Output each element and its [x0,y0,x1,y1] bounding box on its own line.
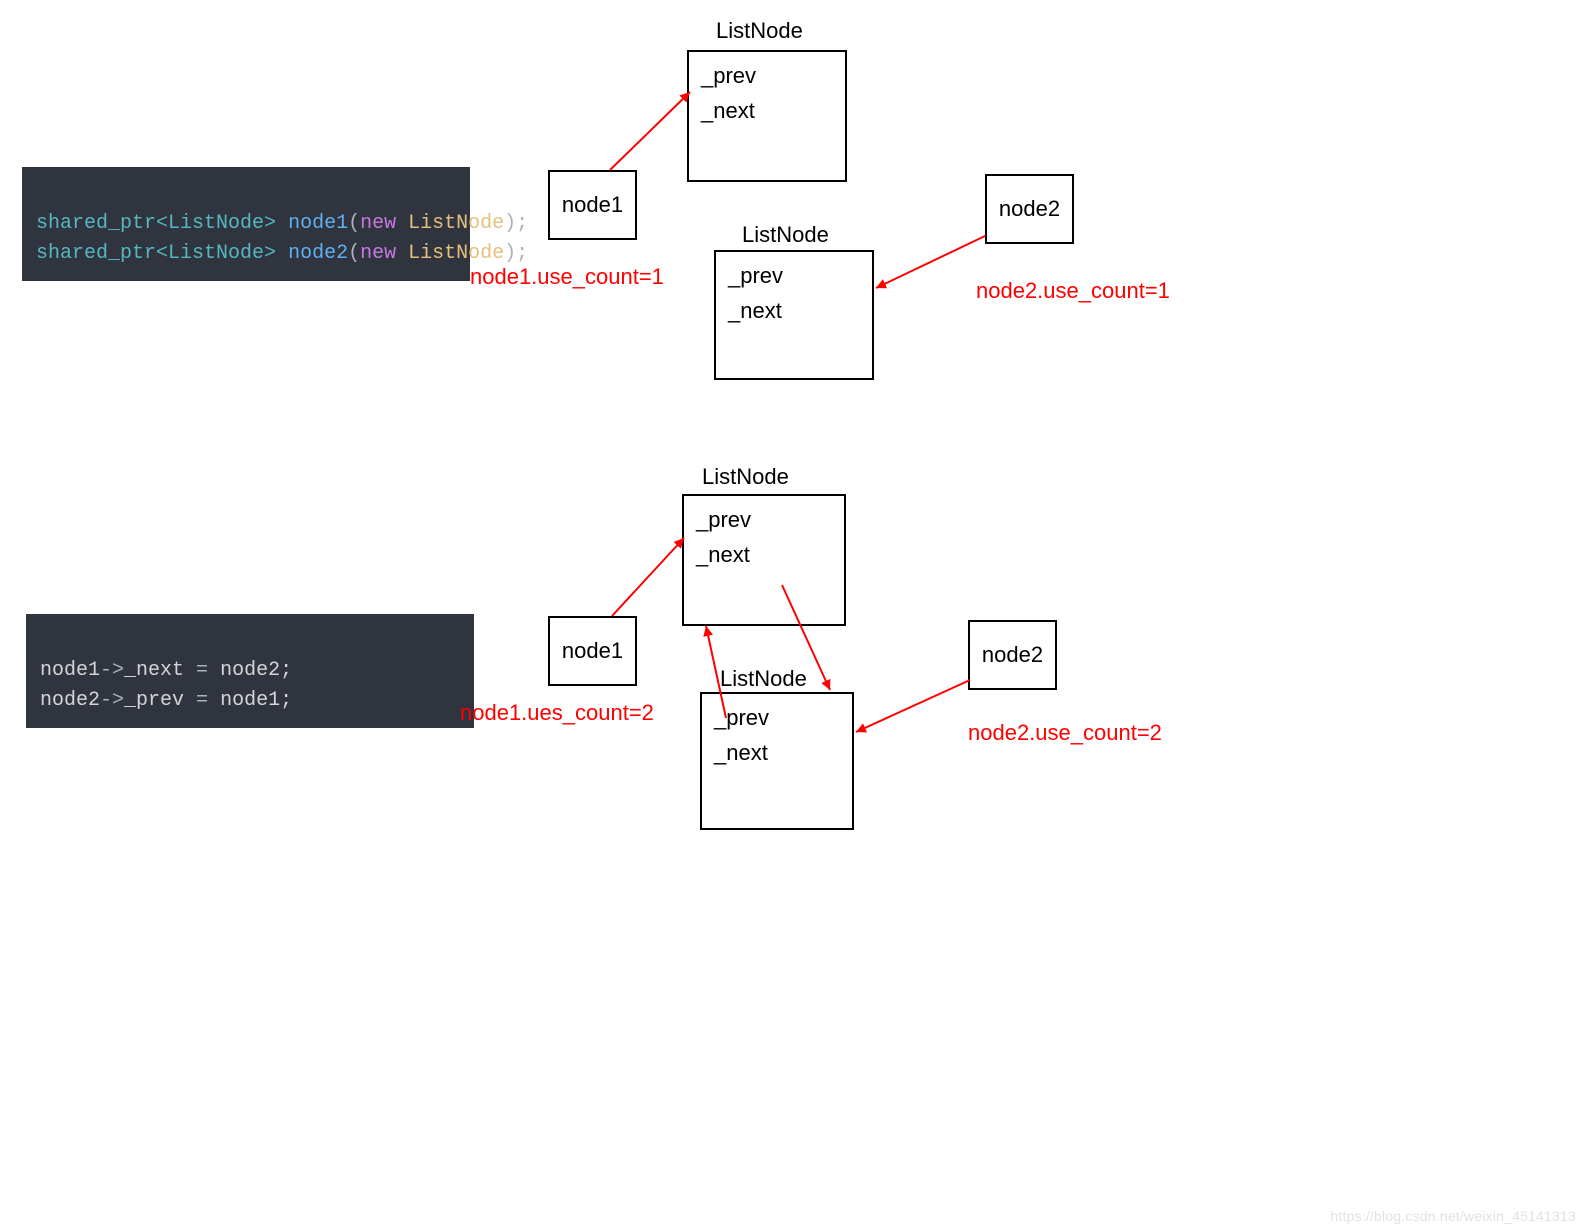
code-token: new [360,212,396,235]
code-token: ListNode [408,242,504,265]
struct-field-next: _next [696,537,832,572]
code-token: -> [100,689,124,712]
struct-field-prev: _prev [696,502,832,537]
node2-usecount-2: node2.use_count=2 [968,720,1162,746]
node1-box: node1 [548,170,637,240]
code-token: node1 [288,212,348,235]
code-token: _next [124,659,184,682]
arrow-node1-to-top-2 [612,538,684,616]
struct-field-next: _next [714,735,840,770]
listnode-title-bottom: ListNode [742,222,829,248]
node1-usecount-2: node1.ues_count=2 [460,700,654,726]
listnode-title-top-2: ListNode [702,464,789,490]
node1-label: node1 [562,192,623,218]
code-token: new [360,242,396,265]
code-token: node1; [220,689,292,712]
listnode-box-bottom: _prev _next [714,250,874,380]
code-token: _prev [124,689,184,712]
struct-field-prev: _prev [701,58,833,93]
listnode-box-bottom-2: _prev _next [700,692,854,830]
struct-field-next: _next [728,293,860,328]
listnode-title-top: ListNode [716,18,803,44]
node1-label-2: node1 [562,638,623,664]
node2-usecount: node2.use_count=1 [976,278,1170,304]
node1-usecount: node1.use_count=1 [470,264,664,290]
node2-label: node2 [999,196,1060,222]
code-token: ListNode [408,212,504,235]
code-token: <ListNode> [156,212,276,235]
node2-label-2: node2 [982,642,1043,668]
code-token: shared_ptr [36,242,156,265]
code-token: node1 [40,659,100,682]
struct-field-prev: _prev [714,700,840,735]
listnode-box-top: _prev _next [687,50,847,182]
code-token: node2; [220,659,292,682]
code-block-declare: shared_ptr<ListNode> node1(new ListNode)… [22,167,470,281]
struct-field-next: _next [701,93,833,128]
struct-field-prev: _prev [728,258,860,293]
code-token: node2 [288,242,348,265]
code-block-assign: node1->_next = node2; node2->_prev = nod… [26,614,474,728]
watermark: https://blog.csdn.net/weixin_45141313 [1330,1208,1576,1224]
code-token: node2 [40,689,100,712]
arrow-node2-to-bottom-2 [856,680,970,732]
arrow-node2-to-bottom [876,236,985,288]
node2-box: node2 [985,174,1074,244]
arrow-node1-to-top [610,92,690,170]
node2-box-2: node2 [968,620,1057,690]
code-token: <ListNode> [156,242,276,265]
code-token: -> [100,659,124,682]
node1-box-2: node1 [548,616,637,686]
code-token: shared_ptr [36,212,156,235]
code-token: = [184,659,220,682]
listnode-title-bottom-2: ListNode [720,666,807,692]
code-token: = [184,689,220,712]
listnode-box-top-2: _prev _next [682,494,846,626]
